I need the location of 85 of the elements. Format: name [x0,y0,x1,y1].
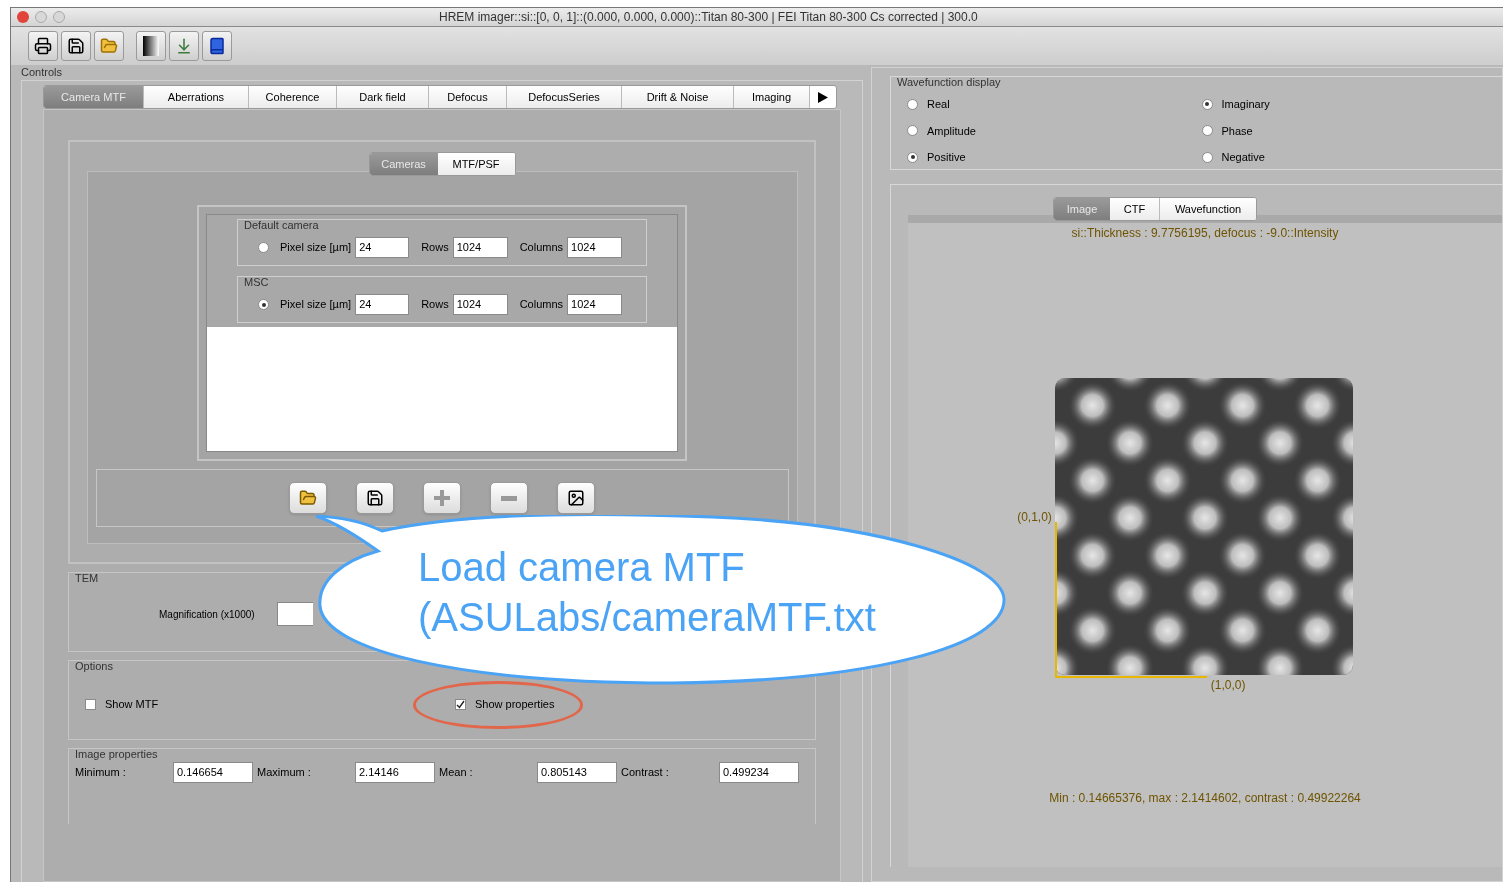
rows-field[interactable]: 1024 [452,237,508,258]
download-button[interactable] [169,31,199,61]
columns-field[interactable]: 1024 [567,294,623,315]
property-field[interactable]: 2.14146 [355,762,435,783]
tab[interactable]: Dark field [337,86,429,108]
tab[interactable]: Drift & Noise [622,86,734,108]
rows-field[interactable]: 1024 [452,294,508,315]
radio-button[interactable] [907,98,918,110]
radio-label: Negative [1221,150,1265,165]
open-button[interactable] [94,31,124,61]
axis-label: (1,0,0) [1210,677,1246,694]
save-button[interactable] [61,31,91,61]
tab[interactable]: Defocus [429,86,507,108]
radio-button[interactable] [258,242,269,253]
group-title: MSC [244,277,270,288]
field-label: Mean : [439,765,474,781]
field-label: Columns [519,297,564,313]
tab[interactable]: DefocusSeries [507,86,622,108]
radio-label: Imaginary [1221,97,1270,112]
group-title: Wavefunction display [897,77,1002,88]
property-field[interactable]: 0.805143 [537,762,617,783]
group-title: Image properties [75,749,159,760]
checkbox-label: Show properties [475,697,555,712]
radio-label: Real [927,97,950,112]
folder-icon [100,37,118,55]
field-label: Minimum : [75,765,127,781]
radio-button[interactable] [1201,125,1213,137]
radio-label: Phase [1221,123,1253,139]
field-label: Rows [421,297,449,313]
tab[interactable]: Imaging [734,86,810,108]
group-title: Controls [21,67,63,78]
checkbox[interactable] [85,698,96,710]
checkbox[interactable] [455,698,466,710]
image-icon [567,489,585,507]
columns-field[interactable]: 1024 [567,237,623,258]
printer-button[interactable] [28,31,58,61]
group-title: TEM [75,573,100,584]
field-label: Columns [519,240,564,256]
field-label: Rows [421,240,449,256]
axis-label: (0,1,0) [1017,509,1052,526]
pixel-size-field[interactable]: 24 [355,294,410,315]
save-button[interactable] [356,482,394,514]
folder-icon [299,489,317,507]
property-field[interactable]: 0.499234 [719,762,799,783]
radio-button[interactable] [907,151,918,163]
radio-label: Amplitude [927,123,976,139]
field-label: Magnification (x1000) [159,607,255,622]
plus-icon [434,490,450,506]
book-button[interactable] [202,31,232,61]
property-field[interactable]: 0.146654 [173,762,253,783]
add-button[interactable] [423,482,461,514]
pixel-size-field[interactable]: 24 [355,237,410,258]
remove-button[interactable] [490,482,528,514]
gradient-button[interactable] [136,31,166,61]
magnification-field[interactable] [276,602,313,626]
load-button[interactable] [289,482,327,514]
radio-button[interactable] [258,299,269,310]
image-caption: si::Thickness : 9.7756195, defocus : -9.0::Intensity [1071,225,1339,242]
group-title: Options [75,661,114,672]
radio-button[interactable] [907,125,918,137]
checkbox-label: Show MTF [105,697,159,712]
tab[interactable]: Wavefunction [1160,198,1256,220]
close-button[interactable] [17,11,29,23]
field-label: Contrast : [621,765,670,781]
radio-label: Positive [927,150,966,165]
field-label: Maximum : [257,765,312,781]
field-label: Pixel size [µm] [280,297,352,313]
image-button[interactable] [557,482,595,514]
callout-text: Load camera MTF (ASULabs/cameraMTF.txt [418,544,876,641]
radio-button[interactable] [1201,151,1213,163]
radio-button[interactable] [1201,98,1213,110]
image-stats: Min : 0.14665376, max : 2.1414602, contrast : 0.49922264 [1049,790,1361,807]
tab[interactable]: MTF/PSF [437,153,515,175]
right-arrow-icon [818,91,828,103]
window-title: HREM imager::si::[0, 0, 1]::(0.000, 0.000, 0.000)::Titan 80-300 | FEI Titan 80-300 Cs corrected | 300.0 [439,9,978,26]
book-icon [208,37,226,55]
field-label: Pixel size [µm] [280,240,352,256]
minus-icon [501,495,517,501]
tab[interactable]: Coherence [249,86,337,108]
tab[interactable]: CTF [1110,198,1160,220]
tab[interactable]: Aberrations [144,86,249,108]
gradient-icon [143,36,159,56]
arrow-down-icon [175,37,193,55]
printer-icon [34,37,52,55]
group-title: Default camera [244,220,320,231]
